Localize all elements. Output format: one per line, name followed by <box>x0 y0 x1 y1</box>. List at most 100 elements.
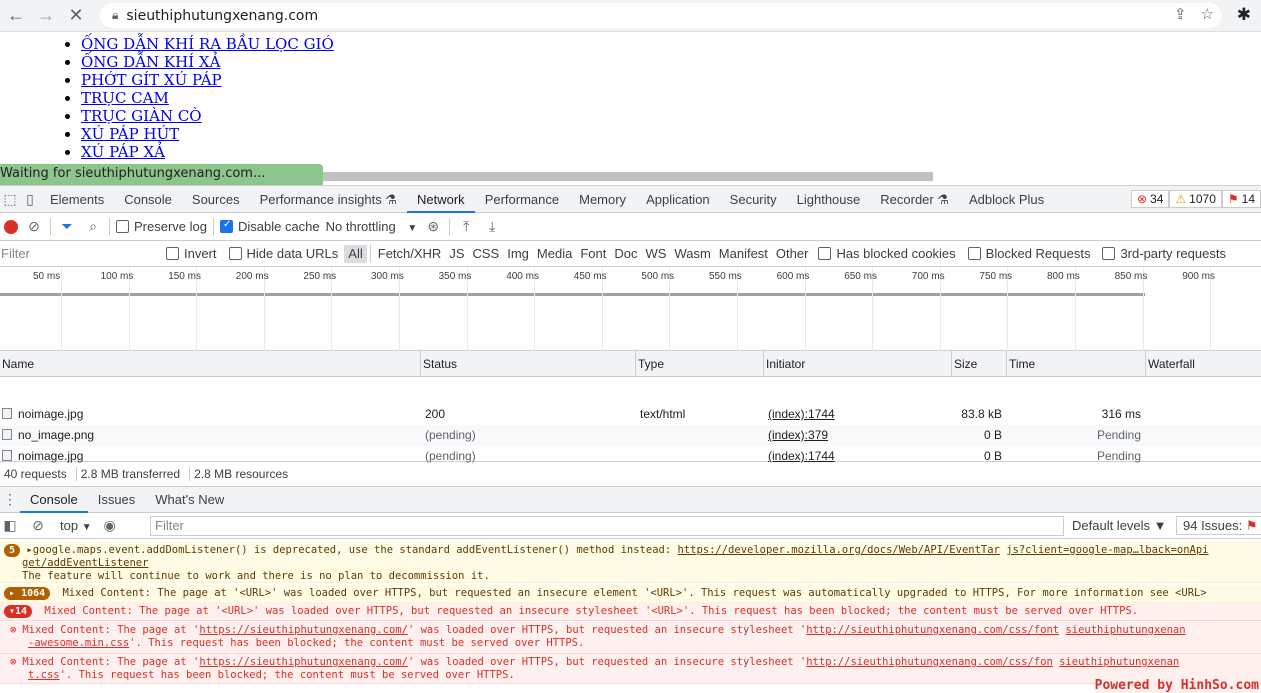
eye-icon[interactable]: ◉ <box>100 517 120 534</box>
checkbox-box[interactable] <box>1102 247 1116 260</box>
share-icon[interactable]: ⇪ <box>1174 5 1187 23</box>
type-filter-wasm[interactable]: Wasm <box>670 245 714 263</box>
stylesheet-link[interactable]: http://sieuthiphutungxenang.com/css/font <box>806 624 1059 636</box>
page-url-link[interactable]: https://sieuthiphutungxenang.com/ <box>199 656 408 668</box>
console-warning-message[interactable]: 5 ▸google.maps.event.addDomListener() is… <box>0 541 1261 583</box>
stylesheet-link[interactable]: http://sieuthiphutungxenang.com/css/fon <box>806 656 1053 668</box>
blocked-requests-checkbox[interactable]: Blocked Requests <box>967 246 1090 261</box>
console-error-group[interactable]: ▾14 Mixed Content: The page at '<URL>' w… <box>0 603 1261 621</box>
tab-security[interactable]: Security <box>720 186 787 213</box>
tab-performance[interactable]: Performance <box>475 186 569 213</box>
blocked-cookies-checkbox[interactable]: Has blocked cookies <box>818 246 956 261</box>
back-arrow-icon[interactable]: ← <box>2 2 30 30</box>
search-icon[interactable]: ⌕ <box>83 218 103 235</box>
column-header-name[interactable]: Name <box>0 351 421 377</box>
drawer-menu-icon[interactable]: ⋮ <box>0 491 20 508</box>
disable-cache-checkbox[interactable]: Disable cache <box>219 219 320 234</box>
request-initiator-link[interactable]: (index):1744 <box>768 446 948 467</box>
drawer-tab-whats-new[interactable]: What's New <box>145 487 234 513</box>
invert-checkbox[interactable]: Invert <box>166 246 217 261</box>
drawer-tab-console[interactable]: Console <box>20 487 88 513</box>
network-conditions-icon[interactable]: ⊛ <box>423 218 443 235</box>
source-link[interactable]: js?client=google-map…lback=onApi <box>1006 544 1208 556</box>
checkbox-box[interactable] <box>166 247 179 260</box>
filter-funnel-icon[interactable]: ⏷ <box>57 218 77 235</box>
column-header-waterfall[interactable]: Waterfall <box>1146 351 1261 377</box>
drawer-tab-issues[interactable]: Issues <box>88 487 146 513</box>
doc-link-continued[interactable]: get/addEventListener <box>22 557 148 569</box>
type-filter-fetch-xhr[interactable]: Fetch/XHR <box>374 245 446 263</box>
context-select[interactable]: top ▼ <box>60 518 92 533</box>
column-header-time[interactable]: Time <box>1007 351 1146 377</box>
clear-icon[interactable]: ⊘ <box>24 218 44 235</box>
stop-loading-icon[interactable]: ✕ <box>62 2 90 30</box>
type-filter-img[interactable]: Img <box>503 245 533 263</box>
horizontal-scrollbar[interactable] <box>323 172 933 181</box>
type-filter-js[interactable]: JS <box>445 245 468 263</box>
page-url-link[interactable]: https://sieuthiphutungxenang.com/ <box>199 624 408 636</box>
table-row[interactable]: no_image.png (pending) (index):379 0 B P… <box>0 425 1261 446</box>
log-levels-select[interactable]: Default levels ▼ <box>1072 518 1167 533</box>
warning-counter[interactable]: ⚠ 1070 <box>1169 190 1222 208</box>
preserve-log-checkbox[interactable]: Preserve log <box>116 219 207 234</box>
category-link[interactable]: XÚ PÁP XẢ <box>81 143 165 161</box>
hide-data-urls-checkbox[interactable]: Hide data URLs <box>228 246 338 261</box>
issues-button[interactable]: 94 Issues: ⚑ <box>1176 516 1261 535</box>
category-link[interactable]: TRỤC GIÀN CÒ <box>81 107 202 125</box>
export-har-icon[interactable]: ⤓ <box>482 218 502 235</box>
inspect-element-icon[interactable]: ⬚ <box>0 191 20 208</box>
column-header-initiator[interactable]: Initiator <box>764 351 952 377</box>
network-filter-input[interactable]: Filter <box>0 244 160 264</box>
type-filter-manifest[interactable]: Manifest <box>715 245 772 263</box>
third-party-checkbox[interactable]: 3rd-party requests <box>1102 246 1226 261</box>
category-link[interactable]: ỐNG DẪN KHÍ RA BẦU LỌC GIÓ <box>81 35 334 53</box>
clear-console-icon[interactable]: ⊘ <box>28 517 48 534</box>
error-counter[interactable]: ⊗ 34 <box>1130 190 1170 208</box>
sidebar-toggle-icon[interactable]: ◧ <box>0 517 20 534</box>
stylesheet-link-continued[interactable]: -awesome.min.css <box>28 637 129 649</box>
doc-link[interactable]: https://developer.mozilla.org/docs/Web/A… <box>677 544 999 556</box>
console-error-message[interactable]: ⊗ Mixed Content: The page at 'https://sie… <box>0 622 1261 654</box>
table-row[interactable]: noimage.jpg (pending) (index):1744 0 B P… <box>0 446 1261 467</box>
category-link[interactable]: XÚ PÁP HÚT <box>81 125 179 143</box>
column-header-size[interactable]: Size <box>952 351 1007 377</box>
tab-recorder[interactable]: Recorder ⚗ <box>870 186 959 213</box>
source-link[interactable]: sieuthiphutungxenan <box>1065 624 1185 636</box>
type-filter-css[interactable]: CSS <box>469 245 504 263</box>
console-error-message[interactable]: ⊗ Mixed Content: The page at 'https://sie… <box>0 654 1261 684</box>
request-initiator-link[interactable]: (index):1744 <box>768 404 948 425</box>
tab-network[interactable]: Network <box>407 186 475 213</box>
console-filter-input[interactable]: Filter <box>150 516 1064 536</box>
forward-arrow-icon[interactable]: → <box>32 2 60 30</box>
category-link[interactable]: TRỤC CAM <box>81 89 169 107</box>
issue-counter[interactable]: ⚑ 14 <box>1221 190 1261 208</box>
table-row[interactable]: noimage.jpg 200 text/html (index):1744 8… <box>0 404 1261 425</box>
bookmark-star-icon[interactable]: ☆ <box>1201 5 1214 23</box>
category-link[interactable]: ỐNG DẪN KHÍ XẢ <box>81 53 220 71</box>
devtools-counters[interactable]: ⊗ 34 ⚠ 1070 ⚑ 14 <box>1130 190 1261 208</box>
tab-application[interactable]: Application <box>636 186 720 213</box>
device-toolbar-icon[interactable]: ▯ <box>20 191 40 208</box>
column-header-type[interactable]: Type <box>636 351 764 377</box>
throttling-select[interactable]: No throttling ▼ <box>326 219 418 234</box>
extensions-icon[interactable]: ✱ <box>1237 5 1251 25</box>
checkbox-box[interactable] <box>228 247 242 260</box>
import-har-icon[interactable]: ⤒ <box>456 218 476 235</box>
record-icon[interactable] <box>4 219 18 234</box>
tab-adblock-plus[interactable]: Adblock Plus <box>959 186 1054 213</box>
tab-elements[interactable]: Elements <box>40 186 114 213</box>
type-filter-all[interactable]: All <box>344 244 367 263</box>
column-header-status[interactable]: Status <box>421 351 636 377</box>
type-filter-ws[interactable]: WS <box>641 245 670 263</box>
tab-performance-insights[interactable]: Performance insights ⚗ <box>250 186 407 213</box>
stylesheet-link-continued[interactable]: t.css <box>28 669 60 681</box>
checkbox-box[interactable] <box>116 220 129 233</box>
address-bar[interactable]: 🔒︎ sieuthiphutungxenang.com ⇪ ☆ <box>100 3 1222 28</box>
tab-lighthouse[interactable]: Lighthouse <box>787 186 871 213</box>
type-filter-other[interactable]: Other <box>772 245 813 263</box>
tab-console[interactable]: Console <box>114 186 182 213</box>
type-filter-doc[interactable]: Doc <box>610 245 641 263</box>
source-link[interactable]: sieuthiphutungxenan <box>1059 656 1179 668</box>
network-overview-timeline[interactable]: 50 ms 100 ms 150 ms 200 ms 250 ms 300 ms 350 m… <box>0 267 1261 351</box>
checkbox-box[interactable] <box>967 247 981 260</box>
